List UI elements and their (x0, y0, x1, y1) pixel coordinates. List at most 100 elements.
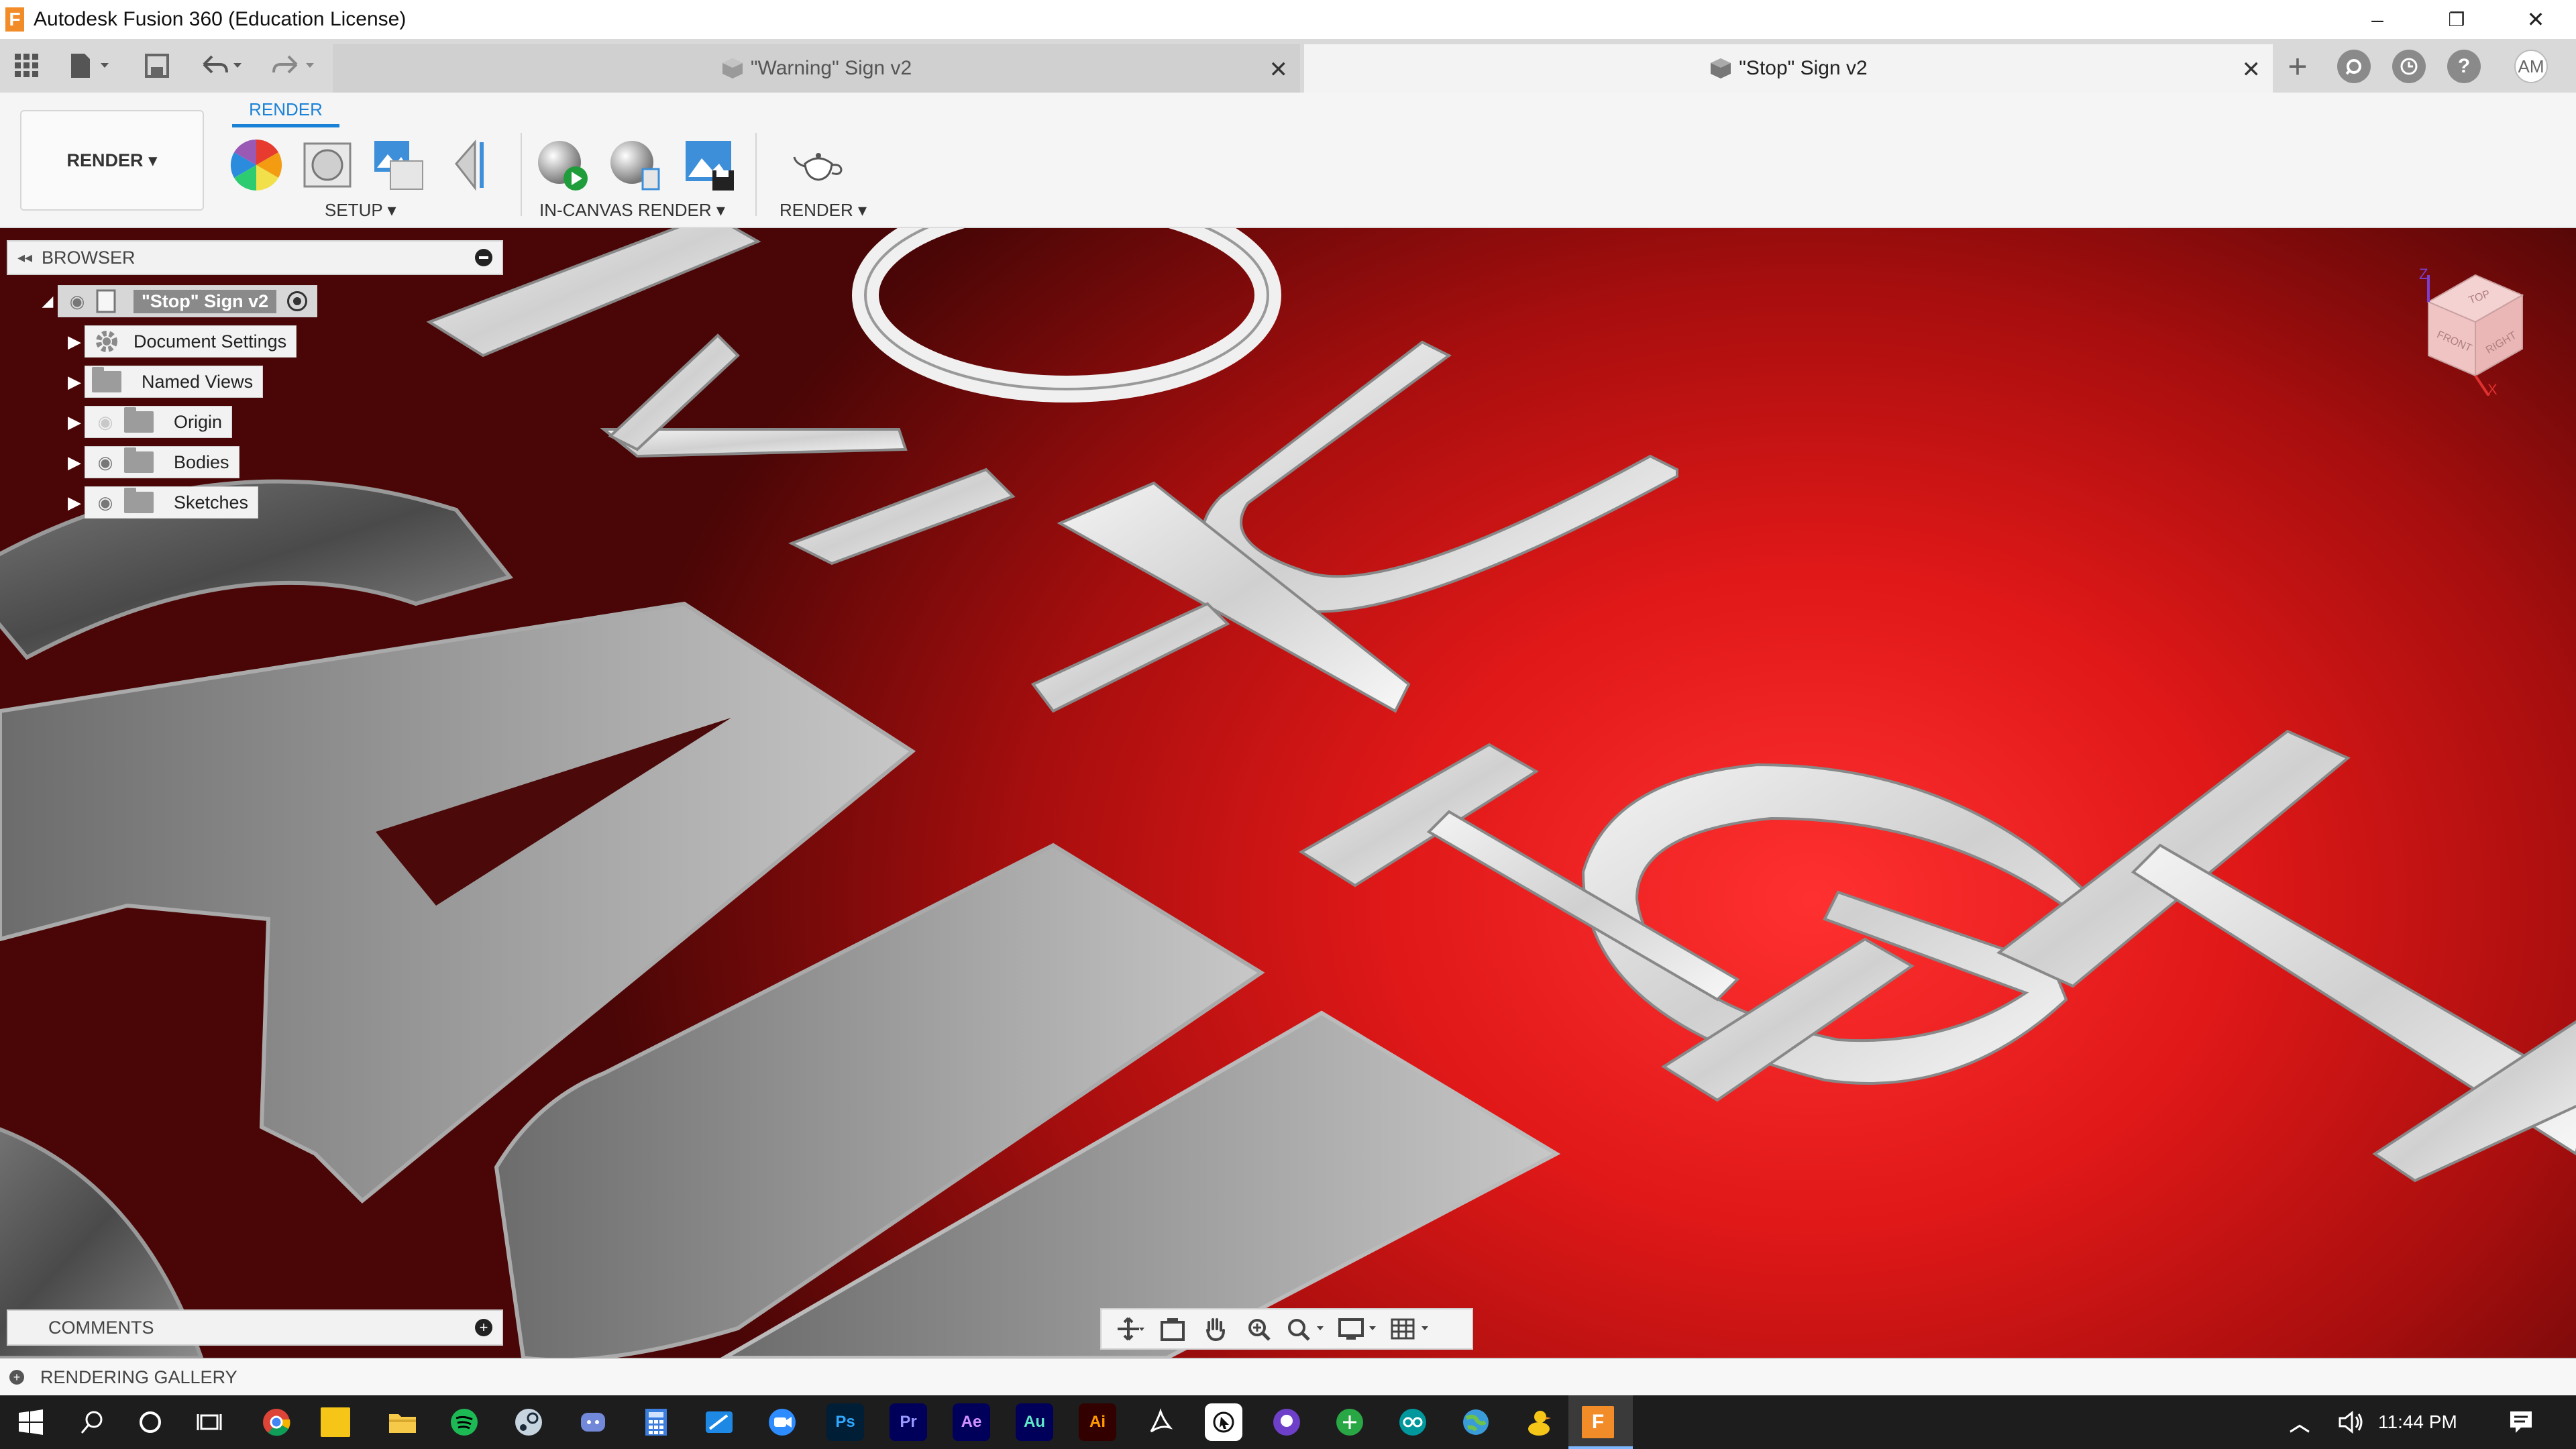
job-status-clock-icon[interactable] (2392, 50, 2426, 83)
expand-gallery-icon[interactable]: + (9, 1370, 24, 1385)
sticky-notes-icon[interactable] (321, 1407, 350, 1437)
browser-globe-icon[interactable] (1457, 1403, 1495, 1441)
task-view-icon[interactable] (191, 1403, 228, 1441)
expand-arrow-icon[interactable]: ▶ (64, 325, 85, 358)
extensions-icon[interactable] (2337, 50, 2371, 83)
tree-row-bodies[interactable]: ▶ ◉ Bodies (64, 445, 239, 479)
taskbar-clock[interactable]: 11:44 PM (2378, 1395, 2457, 1449)
discord-icon[interactable] (574, 1403, 612, 1441)
display-settings-icon[interactable] (1335, 1312, 1382, 1346)
visibility-eye-icon[interactable]: ◉ (89, 449, 121, 476)
browser-header[interactable]: ◂◂ BROWSER (7, 240, 503, 275)
help-icon[interactable]: ? (2447, 50, 2481, 83)
in-canvas-render-play-icon[interactable] (534, 137, 590, 193)
visibility-eye-hidden-icon[interactable]: ◉ (89, 409, 121, 435)
steam-icon[interactable] (510, 1403, 547, 1441)
visibility-eye-icon[interactable]: ◉ (61, 288, 93, 315)
document-icon (96, 289, 116, 313)
tree-row-root[interactable]: ◢ ◉ "Stop" Sign v2 (38, 284, 318, 318)
cortana-icon[interactable] (131, 1403, 169, 1441)
data-panel-grid-icon[interactable] (9, 48, 44, 83)
search-icon[interactable] (74, 1403, 111, 1441)
after-effects-icon[interactable]: Ae (953, 1403, 990, 1441)
expand-arrow-icon[interactable]: ▶ (64, 365, 85, 398)
decal-icon[interactable] (443, 137, 499, 193)
tree-row-named-views[interactable]: ▶ Named Views (64, 365, 264, 398)
expand-arrow-icon[interactable]: ▶ (64, 405, 85, 439)
minimize-button[interactable]: – (2339, 0, 2416, 39)
audition-icon[interactable]: Au (1016, 1403, 1053, 1441)
folder-icon (124, 407, 154, 433)
close-tab-icon[interactable]: ✕ (2242, 56, 2261, 83)
expand-arrow-icon[interactable]: ▶ (64, 445, 85, 479)
group-label-setup[interactable]: SETUP ▾ (325, 200, 396, 221)
pan-hand-icon[interactable] (1197, 1312, 1234, 1346)
illustrator-icon[interactable]: Ai (1079, 1403, 1116, 1441)
photoshop-icon[interactable]: Ps (826, 1403, 864, 1441)
new-tab-plus-icon[interactable]: + (2281, 48, 2314, 85)
capture-image-icon[interactable] (682, 137, 738, 193)
file-explorer-icon[interactable] (384, 1403, 421, 1441)
comments-panel[interactable]: COMMENTS + (7, 1309, 503, 1346)
duck-app-icon[interactable] (1520, 1403, 1558, 1441)
calculator-icon[interactable] (637, 1403, 675, 1441)
tree-row-origin[interactable]: ▶ ◉ Origin (64, 405, 233, 439)
cursor-app-icon[interactable] (1205, 1403, 1242, 1441)
visibility-eye-icon[interactable]: ◉ (89, 489, 121, 516)
tab-warning-sign[interactable]: "Warning" Sign v2 ✕ (333, 44, 1300, 93)
browser-panel: ◂◂ BROWSER ◢ ◉ "Stop" Sign v2 ▶ Document… (7, 240, 503, 519)
user-avatar[interactable]: AM (2514, 50, 2548, 83)
save-icon[interactable] (140, 48, 174, 83)
browser-pin-icon[interactable] (475, 249, 492, 266)
texture-map-controls-icon[interactable] (370, 137, 427, 193)
close-window-button[interactable]: ✕ (2497, 0, 2575, 39)
undo-icon[interactable] (192, 48, 250, 83)
snip-sketch-icon[interactable] (700, 1403, 738, 1441)
sourcetree-icon[interactable] (1331, 1403, 1368, 1441)
activate-component-radio-icon[interactable] (287, 291, 308, 311)
zoom-meetings-icon[interactable] (763, 1403, 801, 1441)
windows-start-icon[interactable] (12, 1403, 50, 1441)
acrobat-icon[interactable] (1142, 1403, 1179, 1441)
redo-icon[interactable] (264, 48, 322, 83)
volume-icon[interactable] (2332, 1403, 2369, 1441)
tab-stop-sign[interactable]: "Stop" Sign v2 ✕ (1304, 44, 2273, 93)
tree-item-label: Bodies (174, 451, 229, 472)
grid-snaps-icon[interactable] (1387, 1312, 1434, 1346)
separator (755, 133, 757, 216)
expand-arrow-icon[interactable]: ◢ (38, 284, 58, 318)
group-label-in-canvas-render[interactable]: IN-CANVAS RENDER ▾ (539, 200, 725, 221)
3d-viewport-canvas[interactable]: TOP FRONT RIGHT Z X (0, 228, 2576, 1358)
close-tab-icon[interactable]: ✕ (1269, 56, 1289, 83)
in-canvas-render-settings-icon[interactable] (606, 137, 663, 193)
expand-arrow-icon[interactable]: ▶ (64, 486, 85, 519)
file-menu-icon[interactable] (62, 48, 119, 83)
show-hidden-icons-chevron-icon[interactable]: ︿ (2281, 1403, 2318, 1441)
orbit-icon[interactable] (1111, 1312, 1148, 1346)
collapse-browser-icon[interactable]: ◂◂ (8, 249, 42, 266)
zoom-icon[interactable] (1240, 1312, 1277, 1346)
fit-zoom-window-icon[interactable] (1283, 1312, 1330, 1346)
tab-render[interactable]: RENDER (232, 99, 339, 127)
workspace-switcher-button[interactable]: RENDER ▾ (20, 110, 204, 211)
render-teapot-icon[interactable] (790, 137, 847, 193)
action-center-icon[interactable] (2502, 1403, 2540, 1441)
restore-button[interactable]: ❐ (2418, 0, 2496, 39)
premiere-icon[interactable]: Pr (890, 1403, 927, 1441)
tree-row-document-settings[interactable]: ▶ Document Settings (64, 325, 297, 358)
look-at-icon[interactable] (1154, 1312, 1191, 1346)
appearance-color-wheel-icon[interactable] (228, 137, 284, 193)
github-desktop-icon[interactable] (1268, 1403, 1305, 1441)
folder-icon (124, 447, 154, 473)
tree-row-sketches[interactable]: ▶ ◉ Sketches (64, 486, 259, 519)
windows-taskbar: Ps Pr Ae Au Ai F ︿ 11:44 PM (0, 1395, 2576, 1449)
chrome-icon[interactable] (258, 1403, 295, 1441)
fusion-360-taskbar-icon[interactable]: F (1582, 1406, 1614, 1438)
view-cube[interactable]: TOP FRONT RIGHT Z X (2402, 262, 2536, 396)
rendering-gallery-bar[interactable]: + RENDERING GALLERY (0, 1358, 2576, 1395)
spotify-icon[interactable] (445, 1403, 483, 1441)
add-comment-icon[interactable]: + (475, 1319, 492, 1336)
arduino-icon[interactable] (1394, 1403, 1432, 1441)
scene-settings-icon[interactable] (299, 137, 356, 193)
group-label-render[interactable]: RENDER ▾ (780, 200, 867, 221)
